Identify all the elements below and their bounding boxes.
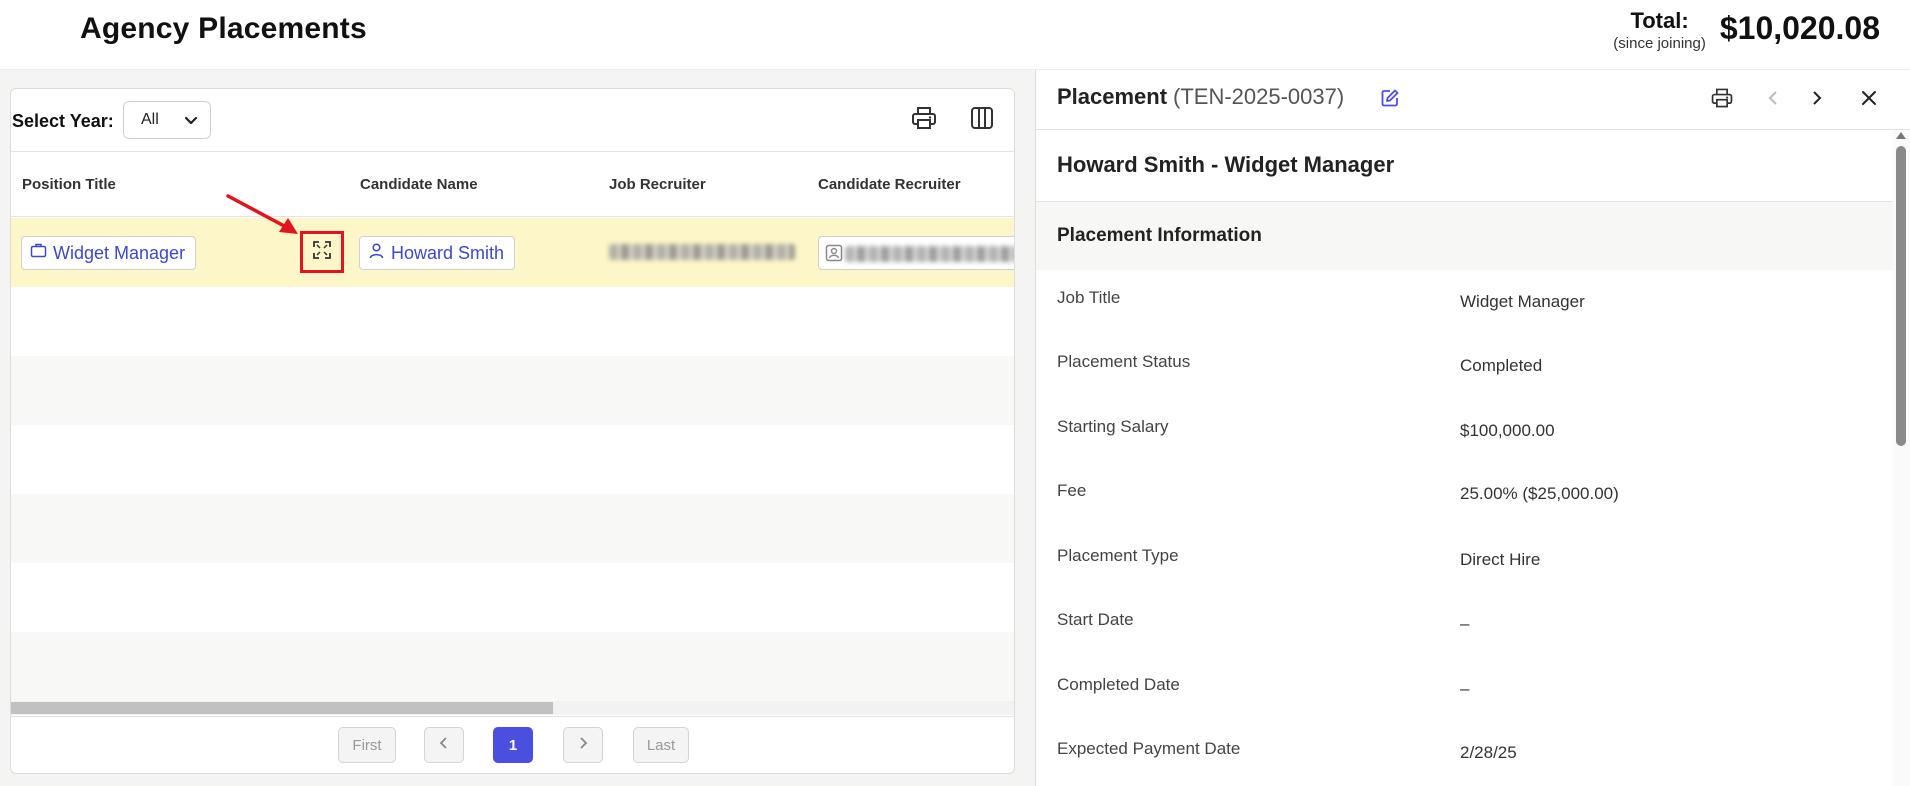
page-title: Agency Placements — [80, 12, 367, 45]
table-row-empty — [11, 632, 1014, 701]
field-label-job-title: Job Title — [1057, 288, 1121, 307]
field-value-job-title: Widget Manager — [1460, 292, 1585, 311]
next-page-button[interactable] — [563, 727, 603, 763]
record-title: Howard Smith - Widget Manager — [1057, 152, 1395, 177]
total-summary: Total: (since joining) $10,020.08 — [1613, 8, 1880, 52]
top-header: Agency Placements Total: (since joining)… — [0, 0, 1910, 70]
field-label-fee: Fee — [1057, 481, 1087, 500]
close-icon — [1860, 89, 1878, 112]
table-row-empty — [11, 563, 1014, 632]
total-value: $10,020.08 — [1719, 10, 1880, 46]
candidate-recruiter-link[interactable] — [818, 236, 1014, 270]
expand-icon — [312, 240, 332, 265]
printer-icon — [910, 104, 938, 137]
table-row-empty — [11, 425, 1014, 494]
total-label-wrap: Total: (since joining) — [1613, 8, 1706, 52]
year-select[interactable]: All — [123, 101, 211, 139]
chevron-down-icon — [182, 111, 200, 134]
horizontal-scrollbar[interactable] — [11, 701, 1014, 715]
first-page-button[interactable]: First — [338, 727, 396, 763]
contact-card-icon — [825, 244, 843, 267]
chevron-left-icon — [1765, 89, 1783, 112]
year-select-label: Select Year: — [12, 111, 114, 131]
table-row-empty — [11, 356, 1014, 425]
print-button[interactable] — [907, 103, 941, 137]
field-label-completed-date: Completed Date — [1057, 675, 1180, 694]
total-subtitle: (since joining) — [1613, 35, 1706, 52]
table-row-empty — [11, 287, 1014, 356]
candidate-recruiter-redacted — [845, 246, 1014, 262]
field-value-placement-type: Direct Hire — [1460, 550, 1541, 569]
last-page-button[interactable]: Last — [633, 727, 689, 763]
candidate-name-text: Howard Smith — [391, 242, 505, 263]
scroll-up-arrow-icon[interactable] — [1896, 132, 1906, 139]
next-record-button[interactable] — [1798, 82, 1834, 118]
chevron-right-icon — [576, 736, 590, 754]
user-icon — [368, 242, 385, 264]
total-label: Total: — [1630, 8, 1689, 33]
table-row-empty — [11, 494, 1014, 563]
section-header: Placement Information — [1036, 202, 1894, 270]
panel-print-button[interactable] — [1704, 82, 1740, 118]
candidate-link[interactable]: Howard Smith — [359, 236, 516, 270]
table-row[interactable]: Widget Manager Howard Smith — [11, 218, 1014, 287]
column-header-job-recruiter[interactable]: Job Recruiter — [609, 176, 706, 193]
field-value-placement-status: Completed — [1460, 356, 1543, 375]
field-value-start-date: – — [1460, 614, 1470, 633]
columns-icon — [968, 104, 996, 137]
previous-page-button[interactable] — [424, 727, 464, 763]
position-title-text: Widget Manager — [53, 242, 186, 263]
field-label-placement-status: Placement Status — [1057, 352, 1191, 371]
columns-button[interactable] — [965, 103, 999, 137]
field-label-start-date: Start Date — [1057, 610, 1134, 629]
field-label-starting-salary: Starting Salary — [1057, 417, 1169, 436]
expand-row-button[interactable] — [300, 231, 344, 273]
placement-code: (TEN-2025-0037) — [1173, 84, 1345, 109]
briefcase-icon — [30, 242, 47, 264]
table-header: Position Title Candidate Name Job Recrui… — [11, 152, 1014, 217]
job-recruiter-redacted — [609, 244, 795, 260]
page-number-button[interactable]: 1 — [493, 727, 533, 763]
field-value-fee: 25.00% ($25,000.00) — [1460, 484, 1619, 503]
horizontal-scrollbar-thumb[interactable] — [11, 702, 553, 714]
field-value-starting-salary: $100,000.00 — [1460, 421, 1555, 440]
chevron-right-icon — [1807, 89, 1825, 112]
column-header-position-title[interactable]: Position Title — [22, 176, 116, 193]
vertical-scrollbar[interactable] — [1893, 130, 1910, 786]
vertical-scrollbar-thumb[interactable] — [1896, 146, 1906, 446]
panel-title: Placement — [1057, 84, 1168, 109]
field-label-expected-payment-date: Expected Payment Date — [1057, 739, 1241, 758]
field-value-completed-date: – — [1460, 679, 1470, 698]
edit-icon — [1380, 88, 1400, 113]
panel-header: Placement (TEN-2025-0037) — [1036, 70, 1910, 130]
column-header-candidate-recruiter[interactable]: Candidate Recruiter — [818, 176, 961, 193]
chevron-left-icon — [437, 736, 451, 754]
field-label-placement-type: Placement Type — [1057, 546, 1179, 565]
edit-button[interactable] — [1372, 82, 1408, 118]
table-toolbar: Select Year: All — [11, 89, 1014, 152]
year-select-value: All — [141, 111, 159, 128]
printer-icon — [1710, 86, 1734, 115]
close-panel-button[interactable] — [1851, 82, 1887, 118]
pagination: First 1 Last — [11, 716, 1014, 773]
previous-record-button[interactable] — [1756, 82, 1792, 118]
annotation-arrow-icon — [226, 194, 298, 234]
placements-table-card: Select Year: All Position Title Candidat… — [10, 88, 1015, 774]
field-value-expected-payment-date: 2/28/25 — [1460, 743, 1517, 762]
placement-detail-panel: Placement (TEN-2025-0037) Howard Smith -… — [1035, 70, 1910, 786]
column-header-candidate-name[interactable]: Candidate Name — [360, 176, 478, 193]
section-title: Placement Information — [1057, 225, 1262, 246]
position-link[interactable]: Widget Manager — [21, 236, 197, 270]
